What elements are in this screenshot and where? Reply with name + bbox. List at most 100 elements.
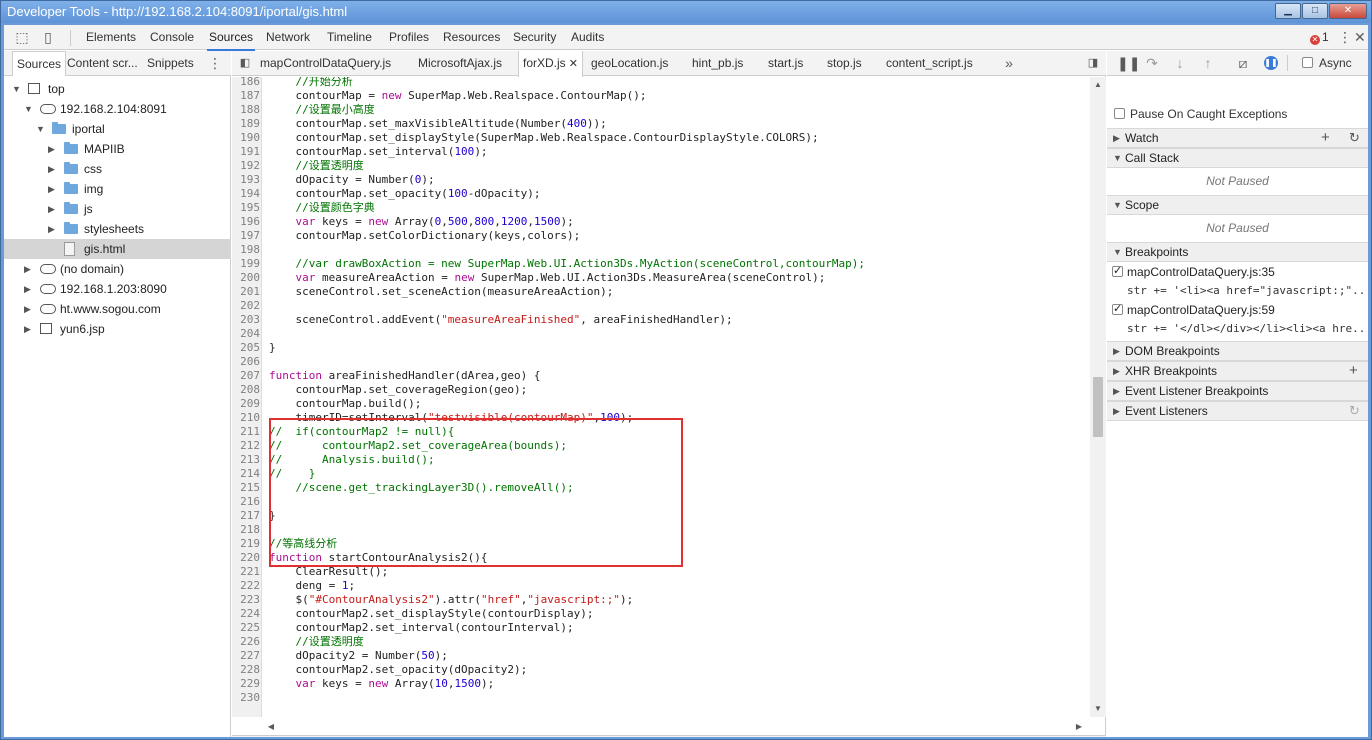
pause-icon[interactable]: ❚❚ [1117, 55, 1140, 71]
code-line[interactable]: 208 contourMap.set_coverageRegion(geo); [232, 383, 1090, 397]
editor-tab[interactable]: start.js [764, 51, 807, 76]
tab-console[interactable]: Console [150, 30, 194, 46]
code-line[interactable]: 186 //开始分析 [232, 77, 1090, 89]
async-checkbox[interactable] [1302, 57, 1313, 68]
tab-content-scripts[interactable]: Content scr... [63, 51, 142, 75]
call-stack-section-header[interactable]: ▼ Call Stack [1107, 148, 1368, 168]
watch-section-header[interactable]: ▶ Watch + ↻ [1107, 128, 1368, 148]
expand-icon[interactable]: ▶ [48, 139, 55, 159]
close-devtools-icon[interactable]: ✕ [1354, 29, 1366, 45]
code-line[interactable]: 192 //设置透明度 [232, 159, 1090, 173]
line-number[interactable]: 192 [232, 159, 260, 173]
expand-icon[interactable]: ▶ [48, 179, 55, 199]
tree-item[interactable]: gis.html [4, 239, 231, 259]
scroll-right-icon[interactable]: ▶ [1074, 719, 1084, 735]
toggle-navigator-icon[interactable]: ◧ [238, 55, 252, 71]
code-line[interactable]: 230 [232, 691, 1090, 705]
tree-item[interactable]: ▶ 192.168.1.203:8090 [4, 279, 231, 299]
line-number[interactable]: 226 [232, 635, 260, 649]
scope-section-header[interactable]: ▼ Scope [1107, 195, 1368, 215]
add-xhr-breakpoint-icon[interactable]: + [1349, 362, 1358, 379]
scroll-left-icon[interactable]: ◀ [266, 719, 276, 735]
line-number[interactable]: 219 [232, 537, 260, 551]
line-number[interactable]: 197 [232, 229, 260, 243]
tab-audits[interactable]: Audits [571, 30, 604, 46]
code-line[interactable]: 189 contourMap.set_maxVisibleAltitude(Nu… [232, 117, 1090, 131]
line-number[interactable]: 207 [232, 369, 260, 383]
code-line[interactable]: 194 contourMap.set_opacity(100-dOpacity)… [232, 187, 1090, 201]
editor-tab[interactable]: hint_pb.js [688, 51, 747, 76]
line-number[interactable]: 222 [232, 579, 260, 593]
breakpoint-checkbox[interactable] [1112, 302, 1123, 315]
tree-item[interactable]: ▼ iportal [4, 119, 231, 139]
line-number[interactable]: 220 [232, 551, 260, 565]
scrollbar-thumb[interactable] [1093, 377, 1103, 437]
refresh-icon[interactable]: ↻ [1349, 402, 1360, 419]
code-line[interactable]: 210 timerID=setInterval("testvisible(con… [232, 411, 1090, 425]
tree-item[interactable]: ▶ ht.www.sogou.com [4, 299, 231, 319]
code-line[interactable]: 193 dOpacity = Number(0); [232, 173, 1090, 187]
code-line[interactable]: 207 function areaFinishedHandler(dArea,ge… [232, 369, 1090, 383]
line-number[interactable]: 201 [232, 285, 260, 299]
line-number[interactable]: 190 [232, 131, 260, 145]
deactivate-breakpoints-icon[interactable]: ⧄ [1235, 55, 1251, 71]
device-mode-icon[interactable]: ▯ [40, 29, 56, 45]
line-number[interactable]: 194 [232, 187, 260, 201]
line-number[interactable]: 195 [232, 201, 260, 215]
line-number[interactable]: 228 [232, 663, 260, 677]
code-line[interactable]: 225 contourMap2.set_interval(contourInte… [232, 621, 1090, 635]
expand-icon[interactable]: ▶ [48, 199, 55, 219]
code-line[interactable]: 227 dOpacity2 = Number(50); [232, 649, 1090, 663]
line-number[interactable]: 204 [232, 327, 260, 341]
close-window-button[interactable]: ✕ [1329, 3, 1367, 19]
code-line[interactable]: 217} [232, 509, 1090, 523]
expand-icon[interactable]: ▶ [48, 159, 55, 179]
line-number[interactable]: 203 [232, 313, 260, 327]
pause-on-exceptions-icon[interactable]: ❚❚ [1264, 56, 1278, 70]
tree-item[interactable]: ▼ 192.168.2.104:8091 [4, 99, 231, 119]
line-number[interactable]: 202 [232, 299, 260, 313]
line-number[interactable]: 211 [232, 425, 260, 439]
tab-network[interactable]: Network [266, 30, 310, 46]
line-number[interactable]: 225 [232, 621, 260, 635]
line-number[interactable]: 188 [232, 103, 260, 117]
expand-icon[interactable]: ▶ [24, 319, 31, 339]
code-scrollbar[interactable]: ▲ ▼ [1090, 77, 1106, 717]
code-line[interactable]: 191 contourMap.set_interval(100); [232, 145, 1090, 159]
tab-snippets[interactable]: Snippets [143, 51, 198, 75]
tree-item[interactable]: ▶ js [4, 199, 231, 219]
scroll-down-icon[interactable]: ▼ [1093, 701, 1103, 717]
code-line[interactable]: 226 //设置透明度 [232, 635, 1090, 649]
collapse-icon[interactable]: ▼ [24, 99, 33, 119]
code-line[interactable]: 187 contourMap = new SuperMap.Web.Realsp… [232, 89, 1090, 103]
tree-item[interactable]: ▶ img [4, 179, 231, 199]
editor-tab[interactable]: forXD.js ✕ [518, 51, 583, 77]
code-line[interactable]: 190 contourMap.set_displayStyle(SuperMap… [232, 131, 1090, 145]
code-line[interactable]: 195 //设置颜色字典 [232, 201, 1090, 215]
collapse-icon[interactable]: ▼ [12, 79, 21, 99]
code-line[interactable]: 212 // contourMap2.set_coverageArea(bound… [232, 439, 1090, 453]
line-number[interactable]: 224 [232, 607, 260, 621]
line-number[interactable]: 210 [232, 411, 260, 425]
collapse-icon[interactable]: ▼ [36, 119, 45, 139]
maximize-button[interactable]: □ [1302, 3, 1328, 19]
line-number[interactable]: 196 [232, 215, 260, 229]
refresh-icon[interactable]: ↻ [1349, 129, 1360, 146]
code-line[interactable]: 219 //等高线分析 [232, 537, 1090, 551]
line-number[interactable]: 216 [232, 495, 260, 509]
code-line[interactable]: 199 //var drawBoxAction = new SuperMap.W… [232, 257, 1090, 271]
editor-tab[interactable]: stop.js [823, 51, 866, 76]
code-view[interactable]: 186 //开始分析 187 contourMap = new SuperMap.… [232, 77, 1090, 717]
tree-item[interactable]: ▶ MAPIIB [4, 139, 231, 159]
breakpoint-file[interactable]: mapControlDataQuery.js:35 [1127, 265, 1275, 279]
breakpoint-file[interactable]: mapControlDataQuery.js:59 [1127, 303, 1275, 317]
tree-item[interactable]: ▶ css [4, 159, 231, 179]
line-number[interactable]: 218 [232, 523, 260, 537]
line-number[interactable]: 227 [232, 649, 260, 663]
code-line[interactable]: 188 //设置最小高度 [232, 103, 1090, 117]
tree-item[interactable]: ▶ yun6.jsp [4, 319, 231, 339]
code-line[interactable]: 204 [232, 327, 1090, 341]
code-line[interactable]: 209 contourMap.build(); [232, 397, 1090, 411]
line-number[interactable]: 230 [232, 691, 260, 705]
tab-security[interactable]: Security [513, 30, 556, 46]
